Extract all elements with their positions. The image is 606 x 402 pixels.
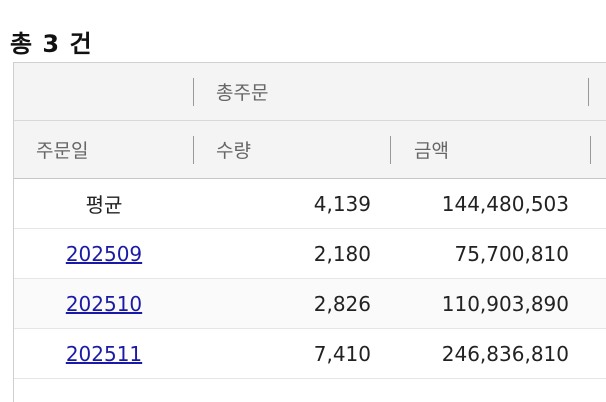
column-separator[interactable]	[588, 78, 589, 106]
order-date-link[interactable]: 202510	[66, 292, 142, 316]
amount-cell: 75,700,810	[454, 241, 569, 266]
table-row: 202510 2,826 110,903,890	[14, 279, 606, 329]
column-header-order-date[interactable]: 주문일	[36, 121, 88, 178]
column-separator[interactable]	[193, 136, 194, 164]
column-separator[interactable]	[590, 136, 591, 164]
column-separator[interactable]	[390, 136, 391, 164]
column-header-amount[interactable]: 금액	[414, 121, 449, 178]
average-row: 평균 4,139 144,480,503	[14, 179, 606, 229]
column-header-quantity[interactable]: 수량	[216, 121, 251, 178]
group-header-total-orders: 총주문	[216, 82, 269, 104]
average-label: 평균	[85, 193, 123, 217]
table-row: 202509 2,180 75,700,810	[14, 229, 606, 279]
order-date-link[interactable]: 202511	[66, 342, 142, 366]
amount-cell: 246,836,810	[441, 341, 569, 366]
quantity-cell: 2,826	[313, 291, 371, 316]
table-row: 202511 7,410 246,836,810	[14, 329, 606, 379]
average-amount: 144,480,503	[441, 191, 569, 216]
quantity-cell: 2,180	[313, 241, 371, 266]
group-header-row: 총주문	[14, 63, 606, 121]
amount-cell: 110,903,890	[441, 291, 569, 316]
quantity-cell: 7,410	[313, 341, 371, 366]
order-date-link[interactable]: 202509	[66, 242, 142, 266]
column-separator[interactable]	[193, 78, 194, 106]
total-count-label: 총 3 건	[10, 30, 93, 58]
order-grid: 총주문 주문일 수량 금액 평균 4,139 144,480,503 20250…	[13, 62, 606, 402]
column-header-row: 주문일 수량 금액	[14, 121, 606, 179]
average-quantity: 4,139	[313, 191, 371, 216]
order-summary-page: 총 3 건 총주문 주문일 수량 금액 평균 4,139 144,480,503…	[0, 0, 606, 402]
